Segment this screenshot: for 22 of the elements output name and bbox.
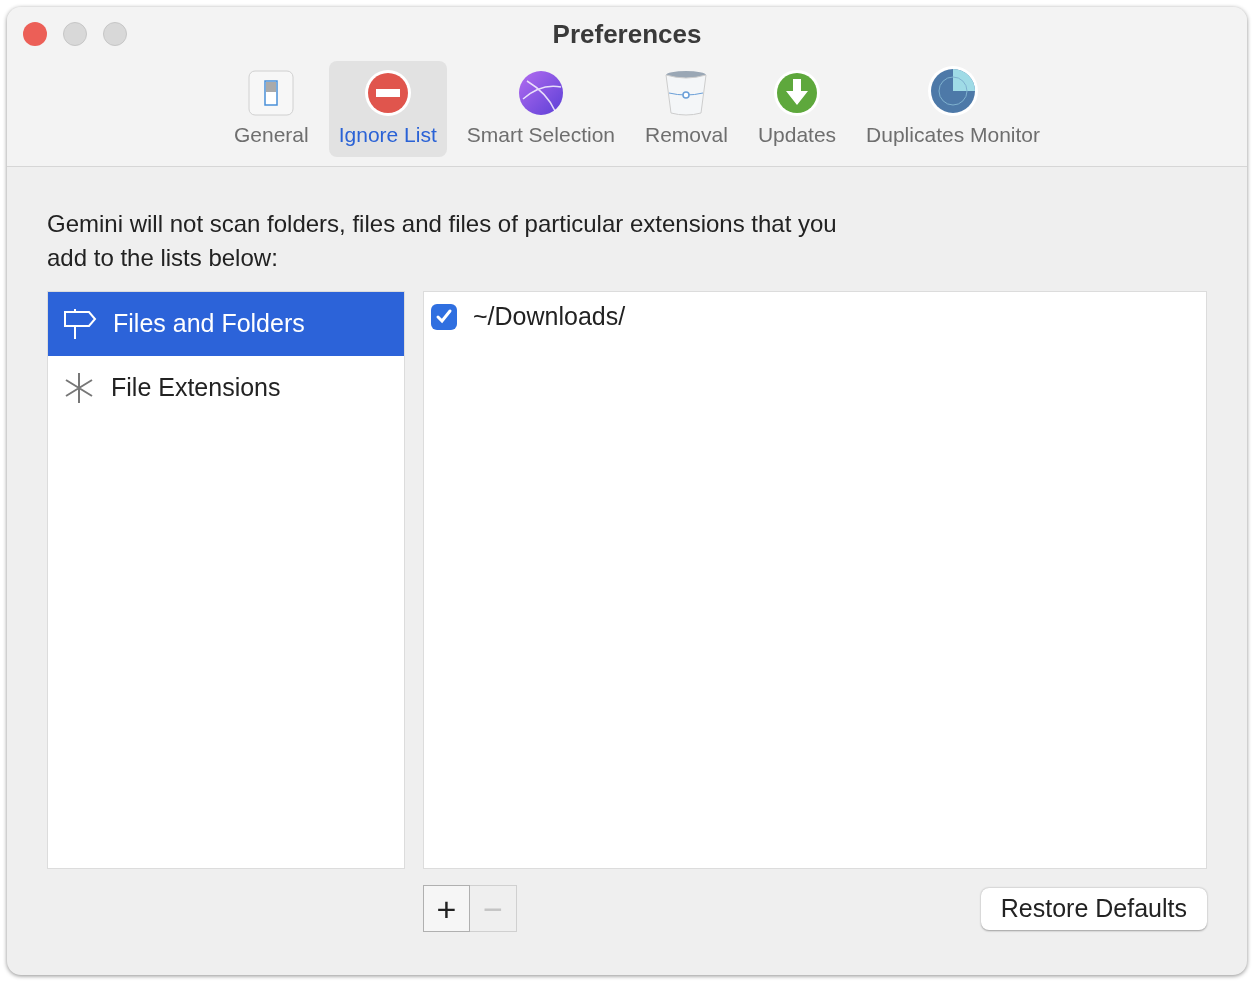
radar-icon <box>927 65 980 117</box>
signpost-icon <box>63 308 97 340</box>
sidebar-item[interactable]: Files and Folders <box>48 292 404 356</box>
close-button[interactable] <box>23 22 47 46</box>
stop-sign-icon <box>363 69 412 117</box>
add-button[interactable]: + <box>423 885 470 932</box>
checkmark-icon <box>435 308 453 326</box>
folder-path: ~/Downloads/ <box>473 301 626 333</box>
toolbar-tab[interactable]: Smart Selection <box>456 61 625 157</box>
toolbar-tab[interactable]: Ignore List <box>328 61 447 157</box>
window-title: Preferences <box>552 17 702 51</box>
toolbar-tab[interactable]: Updates <box>747 61 847 157</box>
sphere-icon <box>516 69 565 117</box>
sidebar-item[interactable]: File Extensions <box>48 356 404 420</box>
toggle-switch-icon <box>247 69 296 117</box>
toolbar-tab[interactable]: Removal <box>635 61 738 157</box>
asterisk-icon <box>63 372 95 404</box>
checkbox[interactable] <box>431 304 457 330</box>
toolbar-tab[interactable]: General <box>224 61 319 157</box>
description-text: Gemini will not scan folders, files and files of particular extensions that you add to the lists below: <box>47 209 838 273</box>
toolbar-tab[interactable]: Duplicates Monitor <box>856 61 1050 157</box>
restore-defaults-button[interactable]: Restore Defaults <box>980 887 1207 930</box>
